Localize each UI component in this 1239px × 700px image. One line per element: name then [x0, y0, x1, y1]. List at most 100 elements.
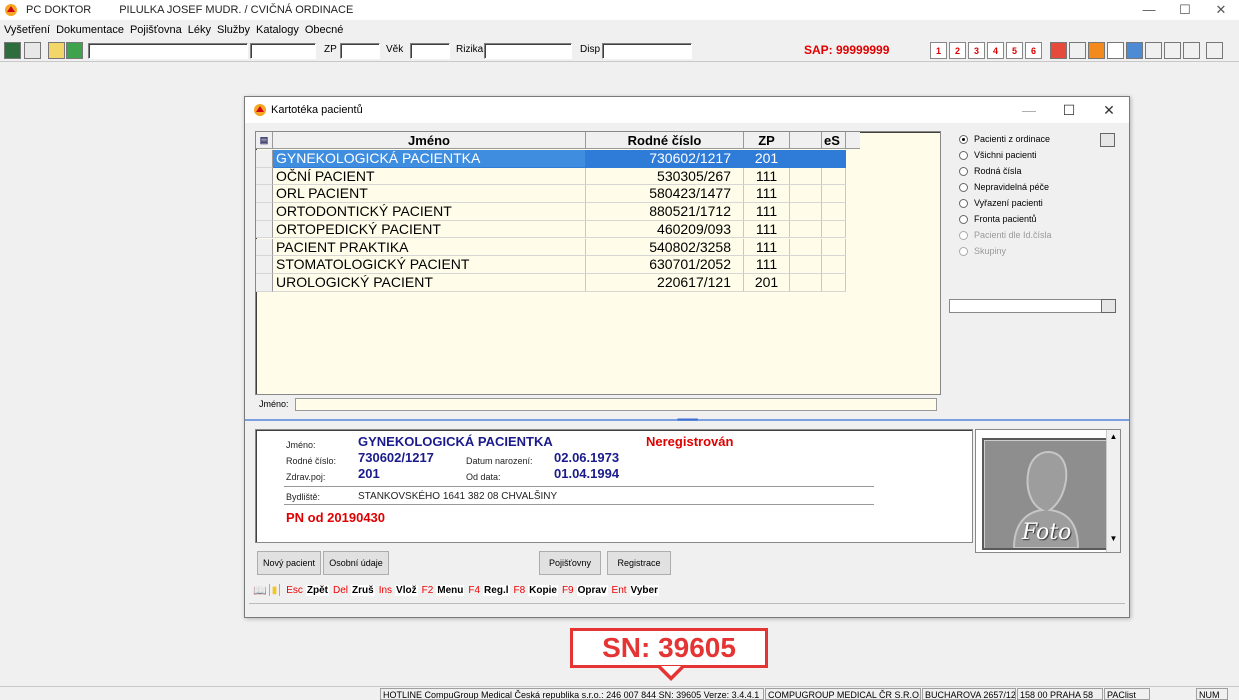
- scroll-up-icon[interactable]: ▲: [1107, 430, 1120, 444]
- blank-cell: [790, 203, 822, 221]
- shortcut-action[interactable]: Zpět: [305, 584, 329, 596]
- rizika-field[interactable]: [484, 43, 572, 59]
- zp-field[interactable]: [340, 43, 380, 59]
- filter-search-input[interactable]: [949, 299, 1115, 313]
- table-row[interactable]: UROLOGICKÝ PACIENT 220617/121 201: [256, 273, 860, 292]
- menu-katalogy[interactable]: Katalogy: [256, 24, 299, 36]
- table-row[interactable]: ORTODONTICKÝ PACIENT 880521/1712 111: [256, 203, 860, 221]
- filter-options-button[interactable]: [1100, 133, 1115, 147]
- patient-grid[interactable]: ▤ Jméno Rodné číslo ZP eS GYNEKOLOGICKÁ …: [255, 131, 941, 395]
- radio-label: Vyřazení pacienti: [974, 198, 1043, 208]
- filter-radio-option[interactable]: Rodná čísla: [949, 163, 1119, 179]
- blank-cell: [790, 273, 822, 292]
- table-row[interactable]: ORTOPEDICKÝ PACIENT 460209/093 111: [256, 220, 860, 239]
- cart-icon[interactable]: [1206, 42, 1223, 59]
- disp-field[interactable]: [602, 43, 692, 59]
- at-icon[interactable]: [1107, 42, 1124, 59]
- dialog-close-button[interactable]: ✕: [1089, 97, 1129, 123]
- table-row[interactable]: GYNEKOLOGICKÁ PACIENTKA 730602/1217 201: [256, 150, 860, 168]
- menu-pojistovna[interactable]: Pojišťovna: [130, 24, 182, 36]
- grid-menu-icon[interactable]: ▤: [256, 132, 273, 148]
- filter-radio-option[interactable]: Vyřazení pacienti: [949, 195, 1119, 211]
- col-header-zp[interactable]: ZP: [744, 132, 790, 148]
- separator: [268, 584, 270, 596]
- company-name: COMPUGROUP MEDICAL ČR S.R.O.: [765, 688, 921, 700]
- prescription-4-button[interactable]: 4: [987, 42, 1004, 59]
- minimize-button[interactable]: —: [1131, 0, 1167, 20]
- sick-leave-note: PN od 20190430: [286, 510, 386, 525]
- table-row[interactable]: PACIENT PRAKTIKA 540802/3258 111: [256, 238, 860, 257]
- shortcut-action[interactable]: Vlož: [395, 584, 418, 596]
- shortcut-action[interactable]: Vyber: [629, 584, 659, 596]
- filter-radio-option[interactable]: Pacienti z ordinace: [949, 131, 1119, 147]
- es-cell: [822, 185, 846, 204]
- prescription-5-button[interactable]: 5: [1006, 42, 1023, 59]
- scroll-down-icon[interactable]: ▼: [1107, 532, 1120, 546]
- window-icon[interactable]: [1069, 42, 1086, 59]
- name-filter-input[interactable]: [295, 398, 937, 411]
- detail-scrollbar[interactable]: ▲ ▼: [1106, 430, 1120, 552]
- shortcut-action[interactable]: Menu: [436, 584, 465, 596]
- divider: [284, 504, 874, 505]
- menu-leky[interactable]: Léky: [188, 24, 211, 36]
- alarm-icon[interactable]: [1050, 42, 1067, 59]
- dialog-minimize-button[interactable]: —: [1009, 97, 1049, 123]
- book-icon[interactable]: [24, 42, 41, 59]
- document-icon[interactable]: [1183, 42, 1200, 59]
- personal-data-button[interactable]: Osobní údaje: [323, 551, 389, 575]
- insurance-button[interactable]: Pojišťovny: [539, 551, 601, 575]
- shortcut-action[interactable]: Kopie: [528, 584, 558, 596]
- filter-radio-option[interactable]: Fronta pacientů: [949, 211, 1119, 227]
- es-cell: [822, 203, 846, 221]
- shortcut-action[interactable]: Oprav: [576, 584, 608, 596]
- table-row[interactable]: OČNÍ PACIENT 530305/267 111: [256, 167, 860, 186]
- col-header-es[interactable]: eS: [822, 132, 846, 148]
- print-icon[interactable]: [1164, 42, 1181, 59]
- prescription-3-button[interactable]: 3: [968, 42, 985, 59]
- close-button[interactable]: ✕: [1203, 0, 1239, 20]
- blank-cell: [790, 150, 822, 168]
- table-row[interactable]: ORL PACIENT 580423/1477 111: [256, 185, 860, 204]
- radio-label: Skupiny: [974, 246, 1007, 256]
- shortcut-action[interactable]: Reg.l: [483, 584, 510, 596]
- settings-icon[interactable]: [1126, 42, 1143, 59]
- export-pdf-icon[interactable]: [1145, 42, 1162, 59]
- grid-header: ▤ Jméno Rodné číslo ZP eS: [256, 132, 860, 149]
- menu-dokumentace[interactable]: Dokumentace: [56, 24, 124, 36]
- filter-radio-option[interactable]: Nepravidelná péče: [949, 179, 1119, 195]
- prescription-2-button[interactable]: 2: [949, 42, 966, 59]
- filter-search-button[interactable]: [1101, 299, 1116, 313]
- filter-radio-option[interactable]: Všichni pacienti: [949, 147, 1119, 163]
- table-row[interactable]: STOMATOLOGICKÝ PACIENT 630701/2052 111: [256, 256, 860, 274]
- patient-photo[interactable]: Foto: [982, 438, 1108, 550]
- prescription-6-button[interactable]: 6: [1025, 42, 1042, 59]
- radio-label: Nepravidelná péče: [974, 182, 1050, 192]
- menu-vysetreni[interactable]: Vyšetření: [4, 24, 50, 36]
- col-header-rc[interactable]: Rodné číslo: [586, 132, 744, 148]
- row-indicator: [256, 273, 273, 292]
- detail-zp-label: Zdrav.poj:: [286, 472, 326, 482]
- splitter-grip-icon[interactable]: ▪▪▪▪▪▪▪▪▪▪▪: [677, 415, 698, 424]
- col-header-name[interactable]: Jméno: [273, 132, 586, 148]
- maximize-button[interactable]: ☐: [1167, 0, 1203, 20]
- blank-cell: [790, 256, 822, 274]
- vek-field[interactable]: [410, 43, 450, 59]
- note-icon[interactable]: [48, 42, 65, 59]
- feed-icon[interactable]: [1088, 42, 1105, 59]
- menu-obecne[interactable]: Obecné: [305, 24, 344, 36]
- registration-button[interactable]: Registrace: [607, 551, 671, 575]
- menu-sluzby[interactable]: Služby: [217, 24, 250, 36]
- menu-bar: Vyšetření Dokumentace Pojišťovna Léky Sl…: [0, 21, 347, 39]
- export-icon[interactable]: [66, 42, 83, 59]
- prescription-1-button[interactable]: 1: [930, 42, 947, 59]
- col-header-blank[interactable]: [790, 132, 822, 148]
- dialog-maximize-button[interactable]: ☐: [1049, 97, 1089, 123]
- shortcut-key: Esc: [286, 584, 303, 596]
- patient-field-input[interactable]: [250, 43, 316, 59]
- shortcut-action[interactable]: Zruš: [351, 584, 375, 596]
- book-icon[interactable]: 📖: [253, 584, 267, 597]
- patient-search-input[interactable]: [88, 43, 248, 59]
- patient-card-icon[interactable]: [4, 42, 21, 59]
- new-patient-button[interactable]: Nový pacient: [257, 551, 321, 575]
- radio-label: Fronta pacientů: [974, 214, 1037, 224]
